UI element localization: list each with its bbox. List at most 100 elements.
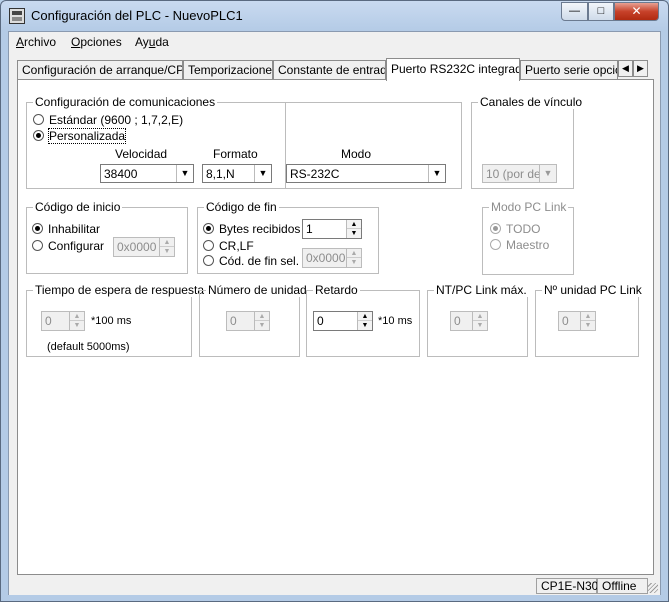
radio-end-sel[interactable]: Cód. de fin sel. [203, 254, 299, 268]
delay-unit: *10 ms [378, 315, 413, 327]
plc-app-icon [9, 8, 25, 24]
mode-label: Modo [341, 147, 372, 161]
link-channels-group: Canales de vínculo 10 (por defe ▼ [471, 95, 585, 189]
tab-arranque-cpu[interactable]: Configuración de arranque/CPU [17, 60, 183, 80]
spin-down-icon[interactable]: ▼ [581, 321, 595, 330]
spin-down-icon[interactable]: ▼ [347, 229, 361, 238]
client-area: Archivo Opciones Ayuda Configuración de … [8, 31, 661, 595]
spin-up-icon[interactable]: ▲ [473, 312, 487, 321]
spin-down-icon[interactable]: ▼ [347, 258, 361, 267]
radio-end-bytes-dot [203, 223, 214, 234]
radio-start-disable[interactable]: Inhabilitar [32, 222, 100, 236]
delay-input[interactable]: 0 ▲ ▼ [313, 311, 373, 331]
radio-end-crlf[interactable]: CR,LF [203, 239, 254, 253]
start-code-input[interactable]: 0x0000 ▲ ▼ [113, 237, 175, 257]
start-code-title: Código de inicio [33, 200, 123, 214]
comms-group-title: Configuración de comunicaciones [33, 95, 218, 109]
spin-up-icon[interactable]: ▲ [255, 312, 269, 321]
unit-number-input[interactable]: 0 ▲ ▼ [226, 311, 270, 331]
radio-start-configure[interactable]: Configurar [32, 239, 104, 253]
pc-link-mode-group: Modo PC Link TODO Maestro [482, 200, 574, 275]
spin-down-icon[interactable]: ▼ [358, 321, 372, 330]
radio-start-disable-dot [32, 223, 43, 234]
response-timeout-title: Tiempo de espera de respuesta [33, 283, 206, 297]
status-model: CP1E-N30 [536, 578, 598, 594]
tab-scroll-right-icon[interactable]: ▶ [633, 60, 648, 77]
link-channels-title: Canales de vínculo [478, 95, 585, 109]
mode-combo[interactable]: RS-232C ▼ [286, 164, 446, 183]
pc-link-unit-group: Nº unidad PC Link 0 ▲ ▼ [535, 283, 644, 357]
close-button[interactable]: ✕ [614, 2, 659, 21]
tab-constante-entrada[interactable]: Constante de entrada [273, 60, 386, 80]
response-timeout-unit: *100 ms [91, 315, 132, 327]
rs232c-panel: Configuración de comunicaciones Estándar… [17, 79, 654, 575]
bytes-received-input[interactable]: 1 ▲ ▼ [302, 219, 362, 239]
unit-number-title: Número de unidad [206, 283, 309, 297]
link-channels-combo[interactable]: 10 (por defe ▼ [482, 164, 557, 183]
unit-number-group: Número de unidad 0 ▲ ▼ [199, 283, 309, 357]
maximize-button[interactable]: □ [588, 2, 614, 21]
spin-down-icon[interactable]: ▼ [255, 321, 269, 330]
tab-strip: Configuración de arranque/CPU Temporizac… [9, 58, 660, 81]
spin-up-icon[interactable]: ▲ [70, 312, 84, 321]
menu-bar: Archivo Opciones Ayuda [9, 32, 660, 52]
response-timeout-input[interactable]: 0 ▲ ▼ [41, 311, 85, 331]
response-timeout-group: Tiempo de espera de respuesta 0 ▲ ▼ *100 m… [26, 283, 206, 357]
ntpc-link-max-title: NT/PC Link máx. [434, 283, 529, 297]
spin-up-icon[interactable]: ▲ [347, 220, 361, 229]
status-bar: CP1E-N30 Offline [9, 576, 660, 595]
pc-link-unit-title: Nº unidad PC Link [542, 283, 644, 297]
spin-up-icon[interactable]: ▲ [358, 312, 372, 321]
ntpc-link-max-group: NT/PC Link máx. 0 ▲ ▼ [427, 283, 529, 357]
radio-custom[interactable]: Personalizada [33, 128, 127, 144]
spin-up-icon[interactable]: ▲ [160, 238, 174, 247]
format-label: Formato [213, 147, 258, 161]
radio-start-configure-dot [32, 240, 43, 251]
response-timeout-default: (default 5000ms) [47, 341, 130, 353]
radio-end-bytes[interactable]: Bytes recibidos [203, 222, 300, 236]
chevron-down-icon: ▼ [539, 165, 556, 182]
chevron-down-icon: ▼ [428, 165, 445, 182]
menu-opciones[interactable]: Opciones [71, 35, 122, 49]
spin-down-icon[interactable]: ▼ [70, 321, 84, 330]
window-title: Configuración del PLC - NuevoPLC1 [31, 8, 243, 23]
radio-pclink-master-dot [490, 239, 501, 250]
title-bar[interactable]: Configuración del PLC - NuevoPLC1 — □ ✕ [1, 1, 668, 31]
pc-link-unit-input[interactable]: 0 ▲ ▼ [558, 311, 596, 331]
end-code-input[interactable]: 0x0000 ▲ ▼ [302, 248, 362, 268]
radio-custom-dot [33, 130, 44, 141]
format-combo[interactable]: 8,1,N ▼ [202, 164, 272, 183]
plc-config-window: Configuración del PLC - NuevoPLC1 — □ ✕ … [0, 0, 669, 602]
radio-standard[interactable]: Estándar (9600 ; 1,7,2,E) [33, 113, 183, 127]
delay-title: Retardo [313, 283, 360, 297]
menu-archivo[interactable]: Archivo [16, 35, 56, 49]
chevron-down-icon: ▼ [254, 165, 271, 182]
radio-pclink-master[interactable]: Maestro [490, 238, 549, 252]
radio-standard-dot [33, 114, 44, 125]
ntpc-link-max-input[interactable]: 0 ▲ ▼ [450, 311, 488, 331]
spin-down-icon[interactable]: ▼ [160, 247, 174, 256]
spin-down-icon[interactable]: ▼ [473, 321, 487, 330]
speed-label: Velocidad [115, 147, 168, 161]
minimize-button[interactable]: — [561, 2, 588, 21]
resize-grip-icon[interactable] [648, 583, 658, 593]
tab-temporizaciones[interactable]: Temporizaciones [183, 60, 273, 80]
tab-scroll-left-icon[interactable]: ◀ [618, 60, 633, 77]
radio-pclink-all-dot [490, 223, 501, 234]
tab-puerto-serie-opcional[interactable]: Puerto serie opcional [520, 60, 618, 80]
speed-combo[interactable]: 38400 ▼ [100, 164, 194, 183]
spin-up-icon[interactable]: ▲ [347, 249, 361, 258]
delay-group: Retardo 0 ▲ ▼ *10 ms [306, 283, 420, 357]
menu-ayuda[interactable]: Ayuda [135, 35, 169, 49]
end-code-title: Código de fin [204, 200, 279, 214]
comms-group: Configuración de comunicaciones Estándar… [26, 95, 462, 189]
tab-puerto-rs232c[interactable]: Puerto RS232C integrado [386, 58, 520, 81]
start-code-group: Código de inicio Inhabilitar Configurar … [26, 200, 188, 274]
radio-end-crlf-dot [203, 240, 214, 251]
status-state: Offline [597, 578, 648, 594]
end-code-group: Código de fin Bytes recibidos 1 ▲ ▼ CR,LF … [197, 200, 379, 274]
spin-up-icon[interactable]: ▲ [581, 312, 595, 321]
chevron-down-icon: ▼ [176, 165, 193, 182]
radio-end-sel-dot [203, 255, 214, 266]
radio-pclink-all[interactable]: TODO [490, 222, 540, 236]
